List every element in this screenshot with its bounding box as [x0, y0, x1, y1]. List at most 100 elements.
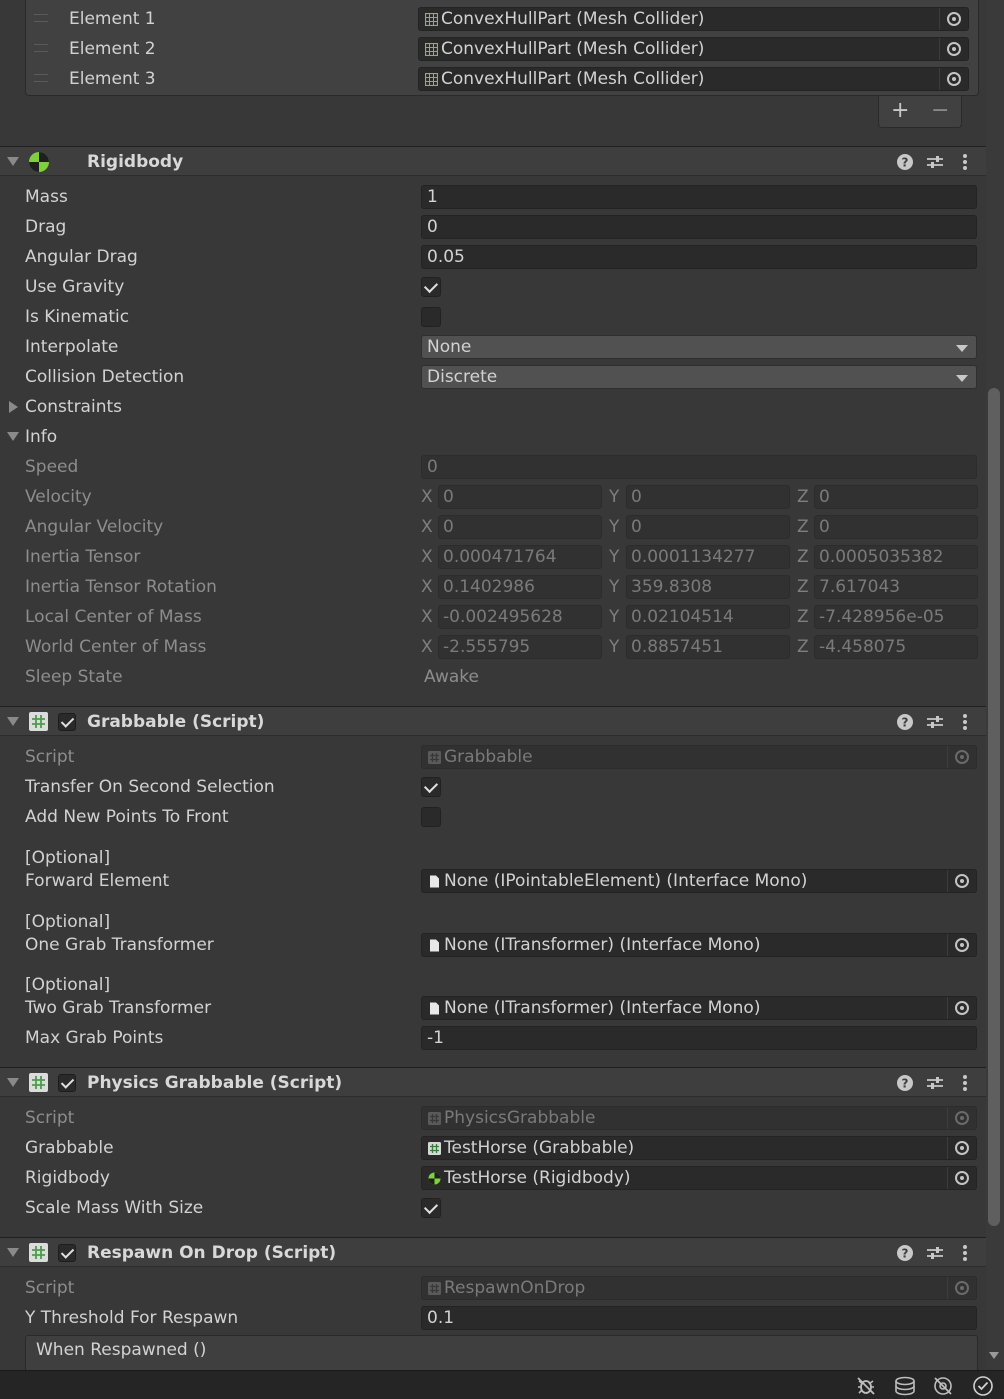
object-picker-icon[interactable] — [947, 870, 976, 892]
object-picker-icon[interactable] — [947, 746, 976, 768]
optional-label: [Optional] — [25, 912, 111, 932]
chevron-down-icon — [956, 345, 968, 352]
status-ok-icon[interactable] — [972, 1375, 994, 1397]
scroll-down-arrow[interactable] — [989, 1352, 999, 1359]
visibility-icon[interactable] — [932, 1375, 954, 1397]
drag-handle-icon[interactable] — [34, 74, 48, 82]
help-icon[interactable]: ? — [896, 1074, 914, 1092]
drag-field[interactable]: 0 — [421, 215, 977, 239]
list-add-remove: + − — [878, 96, 962, 128]
remove-element-button[interactable]: − — [931, 98, 949, 124]
mesh-collider-icon — [425, 73, 438, 86]
list-element-field[interactable]: ConvexHullPart (Mesh Collider) — [418, 7, 969, 31]
status-bar — [0, 1370, 1004, 1399]
respawn-script-field: RespawnOnDrop — [421, 1276, 977, 1300]
kebab-menu-icon[interactable] — [956, 1243, 974, 1263]
presets-icon[interactable] — [926, 153, 944, 171]
inertia-tensor-z: Z 0.0005035382 — [797, 545, 978, 569]
respawn-enabled-checkbox[interactable] — [58, 1244, 76, 1262]
threshold-field[interactable]: 0.1 — [421, 1306, 977, 1330]
angular-drag-field[interactable]: 0.05 — [421, 245, 977, 269]
list-element-field[interactable]: ConvexHullPart (Mesh Collider) — [418, 37, 969, 61]
is-kinematic-checkbox[interactable] — [421, 307, 441, 327]
object-picker-icon[interactable] — [947, 1167, 976, 1189]
add-points-checkbox[interactable] — [421, 807, 441, 827]
max-points-label: Max Grab Points — [25, 1028, 164, 1048]
angular-velocity-x-value: 0 — [438, 515, 602, 539]
collision-detection-dropdown-value: Discrete — [427, 367, 498, 387]
presets-icon[interactable] — [926, 713, 944, 731]
local-com-x-value: -0.002495628 — [438, 605, 602, 629]
scrollbar-thumb[interactable] — [988, 388, 1000, 1226]
constraints-foldout-icon[interactable] — [9, 401, 18, 413]
help-icon[interactable]: ? — [896, 1244, 914, 1262]
sleep-state-label: Sleep State — [25, 667, 123, 687]
object-picker-icon[interactable] — [939, 68, 968, 90]
local-com-z: Z -7.428956e-05 — [797, 605, 978, 629]
help-icon[interactable]: ? — [896, 153, 914, 171]
forward-element-field[interactable]: None (IPointableElement) (Interface Mono… — [421, 869, 977, 893]
forward-element-field-value: None (IPointableElement) (Interface Mono… — [444, 871, 808, 891]
inertia-rotation-label: Inertia Tensor Rotation — [25, 577, 217, 597]
object-picker-icon[interactable] — [947, 934, 976, 956]
pg-script-field: PhysicsGrabbable — [421, 1106, 977, 1130]
scale-mass-label: Scale Mass With Size — [25, 1198, 204, 1218]
threshold-label: Y Threshold For Respawn — [25, 1308, 239, 1328]
physics-grabbable-enabled-checkbox[interactable] — [58, 1074, 76, 1092]
inertia-tensor-x: X 0.000471764 — [421, 545, 602, 569]
one-grab-field[interactable]: None (ITransformer) (Interface Mono) — [421, 933, 977, 957]
optional-label: [Optional] — [25, 848, 111, 868]
collision-detection-dropdown[interactable]: Discrete — [421, 365, 977, 389]
grabbable-enabled-checkbox[interactable] — [58, 713, 76, 731]
svg-text:?: ? — [902, 1077, 909, 1091]
rigidbody-title: Rigidbody — [87, 152, 184, 172]
debug-icon[interactable] — [856, 1376, 876, 1396]
interpolate-dropdown-value: None — [427, 337, 472, 357]
list-element-value: ConvexHullPart (Mesh Collider) — [441, 69, 705, 89]
layers-icon[interactable] — [894, 1376, 916, 1396]
rigidbody-foldout-icon[interactable] — [7, 157, 19, 166]
object-picker-icon[interactable] — [947, 1137, 976, 1159]
respawn-foldout-icon[interactable] — [7, 1248, 19, 1257]
object-picker-icon[interactable] — [947, 1277, 976, 1299]
physics-grabbable-foldout-icon[interactable] — [7, 1078, 19, 1087]
pg-grabbable-field[interactable]: TestHorse (Grabbable) — [421, 1136, 977, 1160]
velocity-y-value: 0 — [626, 485, 790, 509]
help-icon[interactable]: ? — [896, 713, 914, 731]
object-picker-icon[interactable] — [947, 997, 976, 1019]
kebab-menu-icon[interactable] — [956, 1073, 974, 1093]
grabbable-foldout-icon[interactable] — [7, 717, 19, 726]
drag-handle-icon[interactable] — [34, 44, 48, 52]
pg-script-label: Script — [25, 1108, 75, 1128]
axis-x-label: X — [421, 577, 433, 597]
mesh-collider-icon — [425, 43, 438, 56]
axis-y-label: Y — [609, 547, 620, 567]
max-points-field[interactable]: -1 — [421, 1026, 977, 1050]
pg-rigidbody-field[interactable]: TestHorse (Rigidbody) — [421, 1166, 977, 1190]
interpolate-dropdown[interactable]: None — [421, 335, 977, 359]
axis-z-label: Z — [797, 607, 809, 627]
pg-grabbable-label: Grabbable — [25, 1138, 114, 1158]
drag-handle-icon[interactable] — [34, 14, 48, 22]
presets-icon[interactable] — [926, 1074, 944, 1092]
world-com-label: World Center of Mass — [25, 637, 207, 657]
one-grab-field-value: None (ITransformer) (Interface Mono) — [444, 935, 761, 955]
mass-field[interactable]: 1 — [421, 185, 977, 209]
kebab-menu-icon[interactable] — [956, 712, 974, 732]
rigidbody-header[interactable]: Rigidbody — [0, 146, 986, 176]
two-grab-field[interactable]: None (ITransformer) (Interface Mono) — [421, 996, 977, 1020]
object-picker-icon[interactable] — [939, 8, 968, 30]
kebab-menu-icon[interactable] — [956, 152, 974, 172]
list-element-field[interactable]: ConvexHullPart (Mesh Collider) — [418, 67, 969, 91]
transfer-checkbox[interactable] — [421, 777, 441, 797]
velocity-z: Z0 — [797, 485, 978, 509]
inertia-rotation-z-value: 7.617043 — [814, 575, 978, 599]
scale-mass-checkbox[interactable] — [421, 1198, 441, 1218]
object-picker-icon[interactable] — [947, 1107, 976, 1129]
object-picker-icon[interactable] — [939, 38, 968, 60]
presets-icon[interactable] — [926, 1244, 944, 1262]
info-foldout-icon[interactable] — [7, 432, 19, 441]
add-element-button[interactable]: + — [891, 98, 909, 124]
use-gravity-checkbox[interactable] — [421, 277, 441, 297]
is-kinematic-label: Is Kinematic — [25, 307, 130, 327]
